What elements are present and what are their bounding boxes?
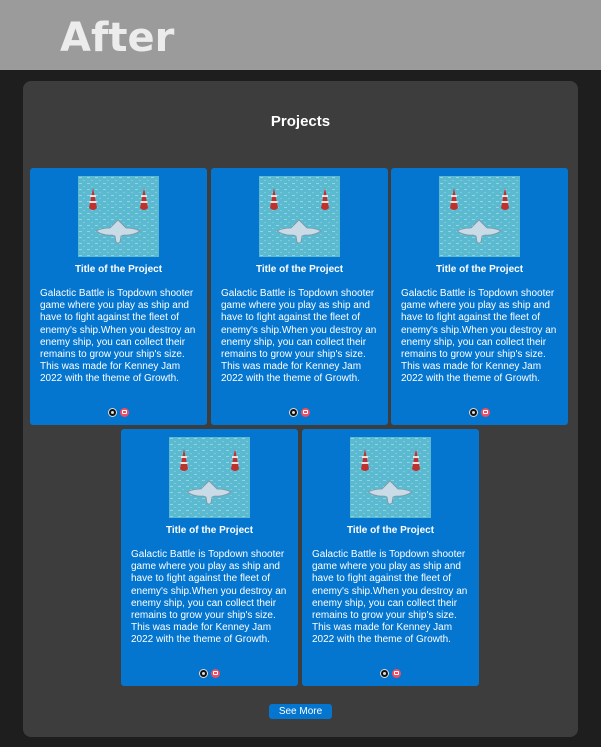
project-card[interactable]: Title of the Project Galactic Battle is … (302, 429, 479, 686)
project-thumbnail (259, 176, 340, 257)
project-title: Title of the Project (165, 525, 254, 536)
see-more-button[interactable]: See More (269, 704, 332, 719)
header-bar: After (0, 0, 601, 70)
itch-io-icon[interactable] (392, 669, 401, 678)
itch-io-icon[interactable] (301, 408, 310, 417)
project-description: Galactic Battle is Topdown shooter game … (221, 288, 377, 385)
project-card[interactable]: Title of the Project Galactic Battle is … (30, 168, 207, 425)
project-card[interactable]: Title of the Project Galactic Battle is … (211, 168, 388, 425)
project-thumbnail (439, 176, 520, 257)
header-label: After (60, 15, 175, 61)
project-description: Galactic Battle is Topdown shooter game … (40, 288, 196, 385)
project-links (391, 408, 568, 417)
github-icon[interactable] (469, 408, 478, 417)
project-links (121, 669, 298, 678)
project-title: Title of the Project (435, 264, 524, 275)
project-thumbnail (169, 437, 250, 518)
github-icon[interactable] (199, 669, 208, 678)
itch-io-icon[interactable] (211, 669, 220, 678)
projects-panel: Projects Title of the Project Galactic B… (23, 81, 578, 737)
project-title: Title of the Project (74, 264, 163, 275)
project-description: Galactic Battle is Topdown shooter game … (312, 549, 468, 646)
project-links (30, 408, 207, 417)
project-thumbnail (78, 176, 159, 257)
section-title: Projects (270, 113, 331, 130)
project-description: Galactic Battle is Topdown shooter game … (401, 288, 557, 385)
github-icon[interactable] (108, 408, 117, 417)
project-card[interactable]: Title of the Project Galactic Battle is … (391, 168, 568, 425)
project-links (302, 669, 479, 678)
itch-io-icon[interactable] (120, 408, 129, 417)
project-links (211, 408, 388, 417)
project-thumbnail (350, 437, 431, 518)
project-title: Title of the Project (346, 525, 435, 536)
github-icon[interactable] (380, 669, 389, 678)
github-icon[interactable] (289, 408, 298, 417)
project-title: Title of the Project (255, 264, 344, 275)
itch-io-icon[interactable] (481, 408, 490, 417)
project-card[interactable]: Title of the Project Galactic Battle is … (121, 429, 298, 686)
project-description: Galactic Battle is Topdown shooter game … (131, 549, 287, 646)
